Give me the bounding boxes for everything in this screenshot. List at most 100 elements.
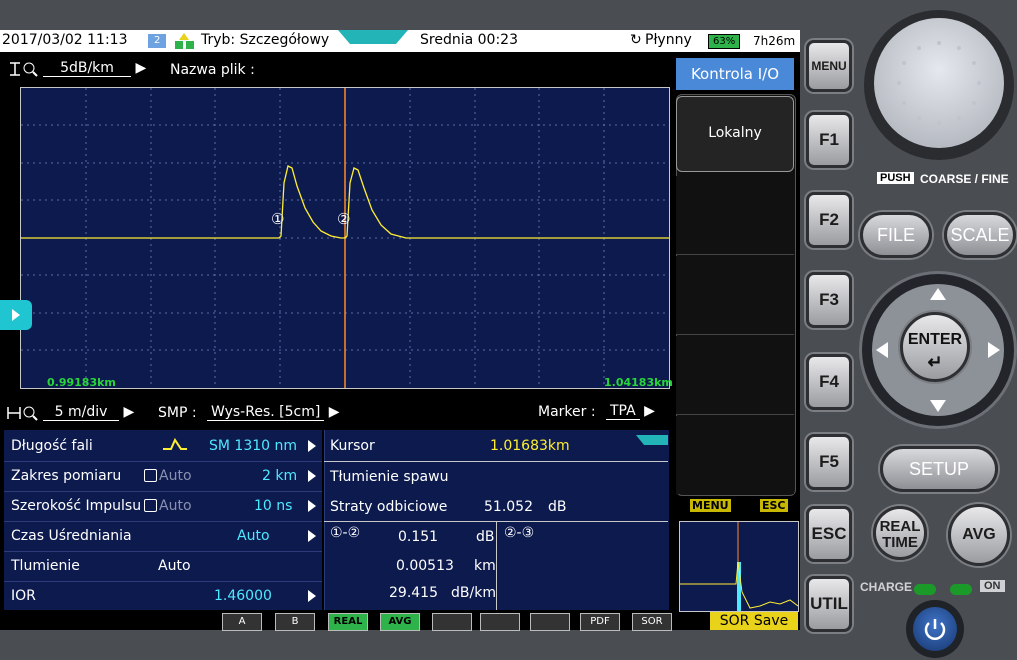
- charge-led-icon: [914, 584, 936, 595]
- x-end-label: 1.04183km: [604, 376, 673, 389]
- setting-value: Auto: [237, 528, 270, 544]
- smp-arrow-icon: ▶: [328, 404, 340, 420]
- side-tab-arrow-icon: [12, 309, 20, 321]
- smooth-icon: ↻: [630, 32, 642, 48]
- real-mode-icon[interactable]: REAL: [328, 613, 368, 631]
- icon-label: REAL: [333, 616, 363, 627]
- f3-hw-button[interactable]: F3: [806, 272, 852, 328]
- horizontal-scale-arrow-icon: ▶: [123, 404, 135, 420]
- enter-hw-button[interactable]: ENTER ↵: [900, 312, 970, 382]
- marker-2[interactable]: ②: [337, 210, 350, 228]
- cursor-label: Kursor: [330, 438, 375, 454]
- icon-label: A: [238, 616, 246, 627]
- sor-save-button[interactable]: SOR Save: [710, 612, 798, 630]
- menu-hw-button[interactable]: MENU: [806, 40, 852, 92]
- otdr-trace-graph[interactable]: ① ② 0.99183km 1.04183km: [20, 87, 673, 389]
- vertical-scale-value: 5dB/km: [43, 60, 131, 77]
- slope-unit: dB/km: [451, 585, 496, 601]
- vertical-scale-select[interactable]: 5dB/km ▶: [43, 60, 146, 77]
- icon-label: AVG: [388, 616, 412, 627]
- smp-label: SMP :: [158, 405, 197, 421]
- setting-wavelength[interactable]: Długość fali SM 1310 nm: [4, 431, 322, 462]
- return-loss-value: 51.052: [484, 499, 533, 515]
- wavelength-icon: [161, 437, 189, 457]
- datetime: 2017/03/02 11:13: [2, 32, 128, 48]
- auto-checkbox[interactable]: [144, 469, 157, 482]
- setting-label: Długość fali: [11, 438, 93, 454]
- marker-select[interactable]: TPA ▶: [606, 403, 655, 420]
- setting-averaging[interactable]: Czas Uśredniania Auto: [4, 521, 322, 552]
- setting-range[interactable]: Zakres pomiaru Auto 2 km: [4, 461, 322, 492]
- avg-hw-button[interactable]: AVG: [948, 504, 1010, 566]
- auto-label: Auto: [159, 468, 192, 484]
- setup-hw-button[interactable]: SETUP: [880, 446, 998, 492]
- horizontal-scale-select[interactable]: 5 m/div ▶: [43, 404, 134, 421]
- smp-value: Wys-Res. [5cm]: [207, 404, 325, 421]
- file-hw-button[interactable]: FILE: [860, 212, 932, 258]
- setting-arrow-icon: [308, 500, 316, 512]
- horizontal-scale-value: 5 m/div: [43, 404, 119, 421]
- time-label: TIME: [882, 534, 918, 551]
- auto-checkbox[interactable]: [144, 499, 157, 512]
- trace-svg: [21, 88, 669, 388]
- side-panel-tab[interactable]: [0, 300, 32, 330]
- icon-label: PDF: [590, 616, 610, 627]
- f5-hw-button[interactable]: F5: [806, 434, 852, 490]
- smp-select[interactable]: Wys-Res. [5cm] ▶: [207, 404, 340, 421]
- loss-unit: dB: [476, 529, 495, 545]
- softkey-f4[interactable]: [676, 336, 794, 415]
- vertical-zoom-icon[interactable]: [8, 61, 38, 81]
- pdf-save-icon[interactable]: PDF: [580, 613, 620, 631]
- trace-a-icon[interactable]: A: [222, 613, 262, 631]
- softkey-f1-local[interactable]: Lokalny: [676, 96, 794, 172]
- trace-b-icon[interactable]: B: [275, 613, 315, 631]
- f1-hw-button[interactable]: F1: [806, 112, 852, 168]
- avg-mode-icon[interactable]: AVG: [380, 613, 420, 631]
- filename-label: Nazwa plik :: [170, 62, 255, 78]
- setting-value: 2 km: [262, 468, 298, 484]
- real-time-hw-button[interactable]: REAL TIME: [873, 506, 927, 560]
- distance-unit: km: [474, 558, 496, 574]
- f2-hw-button[interactable]: F2: [806, 192, 852, 248]
- trace-badge: 2: [148, 34, 167, 48]
- cursor-value: 1.01683km: [490, 438, 570, 454]
- progress-icon: [338, 30, 408, 50]
- sor-file-icon[interactable]: SOR: [632, 613, 672, 631]
- setting-label: Zakres pomiaru: [11, 468, 122, 484]
- marker-1[interactable]: ①: [271, 210, 284, 228]
- setting-pulse-width[interactable]: Szerokość Impulsu Auto 10 ns: [4, 491, 322, 522]
- esc-hw-button[interactable]: ESC: [806, 506, 852, 562]
- softkey-f1-label: Lokalny: [708, 125, 762, 141]
- softkey-f2[interactable]: [676, 176, 794, 255]
- auto-label: Auto: [159, 498, 192, 514]
- zoom-area-icon[interactable]: [480, 613, 520, 631]
- on-label: ON: [980, 580, 1005, 592]
- util-hw-button[interactable]: UTIL: [806, 576, 852, 632]
- softkey-f3[interactable]: [676, 256, 794, 335]
- mini-esc-label: ESC: [760, 499, 788, 512]
- setting-value: Auto: [158, 558, 191, 574]
- marker-label: Marker :: [538, 404, 596, 420]
- divider: [324, 461, 668, 462]
- setting-label: Tlumienie: [11, 558, 80, 574]
- average-time: Srednia 00:23: [420, 32, 518, 48]
- setting-ior[interactable]: IOR 1.46000: [4, 581, 322, 611]
- overview-trace[interactable]: [679, 521, 799, 612]
- softkey-f5[interactable]: [676, 416, 794, 494]
- event-search-icon[interactable]: [432, 613, 472, 631]
- distance-value: 0.00513: [396, 558, 454, 574]
- side-menu-title: Kontrola I/O: [676, 58, 794, 90]
- f4-hw-button[interactable]: F4: [806, 354, 852, 410]
- setting-arrow-icon: [308, 590, 316, 602]
- setting-arrow-icon: [308, 530, 316, 542]
- setting-label: IOR: [11, 588, 36, 604]
- setting-arrow-icon: [308, 440, 316, 452]
- vertical-scale-arrow-icon: ▶: [135, 60, 147, 76]
- horizontal-zoom-icon[interactable]: [6, 405, 40, 425]
- folder-icon[interactable]: [530, 613, 570, 631]
- rotary-knob[interactable]: [874, 18, 1004, 148]
- mini-menu-label: MENU: [690, 499, 731, 512]
- scale-hw-button[interactable]: SCALE: [944, 212, 1016, 258]
- power-button[interactable]: [913, 607, 957, 651]
- push-label: PUSH: [877, 172, 914, 184]
